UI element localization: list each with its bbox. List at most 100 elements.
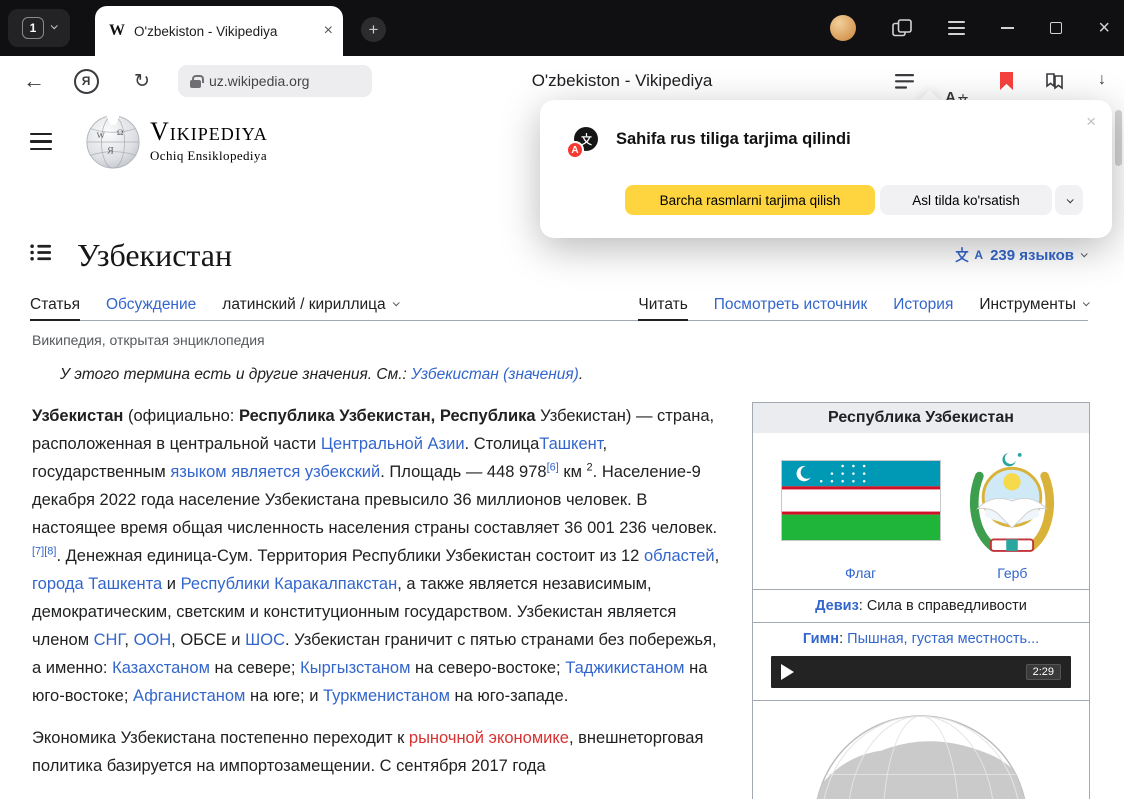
download-icon[interactable]: ↓ [1096, 56, 1108, 106]
tab-tools[interactable]: Инструменты [979, 290, 1088, 321]
tab-bar: 1 W O'zbekiston - Vikipediya × + × [0, 0, 1124, 56]
tab-history[interactable]: История [893, 290, 953, 321]
inline-link[interactable]: Центральной Азии [321, 435, 465, 453]
text-segment: на юго-западе. [450, 687, 568, 705]
tab-article[interactable]: Статья [30, 290, 80, 321]
inline-link[interactable]: СНГ [94, 631, 125, 649]
main-menu-icon[interactable] [30, 133, 52, 150]
inline-link[interactable]: Афганистаном [133, 687, 245, 705]
tab-view-source[interactable]: Посмотреть источник [714, 290, 867, 321]
svg-text:Я: Я [107, 146, 114, 157]
bookmark-icon[interactable] [1000, 56, 1013, 106]
chrome-controls: × [830, 0, 1110, 56]
play-button[interactable] [781, 664, 794, 680]
coat-of-arms-image[interactable] [964, 447, 1060, 558]
wordmark-subtitle: Ochiq Ensiklopediya [150, 148, 268, 164]
inline-link[interactable]: [6] [547, 462, 559, 474]
text-segment: на севере; [210, 659, 300, 677]
popup-close-icon[interactable]: × [1086, 112, 1096, 132]
tab-counter-button[interactable]: 1 [8, 9, 70, 47]
article-content: У этого термина есть и другие значения. … [32, 358, 1090, 799]
tab-count: 1 [22, 17, 44, 39]
tab-talk[interactable]: Обсуждение [106, 290, 196, 321]
popup-title: Sahifa rus tiliga tarjima qilindi [616, 130, 851, 149]
article-tabs: Статья Обсуждение латинский / кириллица … [30, 290, 1088, 321]
translate-badge-icon: A [566, 127, 598, 159]
collections-icon[interactable] [1044, 56, 1065, 106]
window-close-button[interactable]: × [1098, 19, 1110, 37]
text-segment: на юге; и [245, 687, 323, 705]
chevron-down-icon [51, 22, 58, 29]
browser-toolbar: ← Я ↻ uz.wikipedia.org O'zbekiston - Vik… [0, 56, 1124, 106]
address-bar[interactable]: uz.wikipedia.org [178, 65, 372, 97]
inline-link[interactable]: Гимн [803, 631, 839, 647]
inline-link[interactable]: Туркменистаном [323, 687, 450, 705]
inline-link[interactable]: Республики Каракалпакстан [181, 575, 398, 593]
audio-player[interactable]: 2:29 [771, 656, 1071, 688]
inline-link[interactable]: рыночной экономике [409, 729, 569, 747]
inline-link[interactable]: Девиз [815, 598, 859, 614]
translate-images-button[interactable]: Barcha rasmlarni tarjima qilish [625, 185, 875, 215]
inline-link[interactable]: Пышная, густая местность... [847, 631, 1039, 647]
inline-link[interactable]: города Ташкента [32, 575, 162, 593]
back-button[interactable]: ← [18, 56, 50, 106]
window-maximize-button[interactable] [1050, 22, 1062, 34]
contents-icon[interactable] [30, 243, 51, 267]
inline-link[interactable]: областей [644, 547, 715, 565]
wikipedia-wordmark[interactable]: Vikipediya Ochiq Ensiklopediya [150, 119, 268, 164]
svg-text:W: W [97, 130, 106, 140]
motto-row: Девиз: Сила в справедливости [753, 589, 1089, 622]
text-segment: на северо-востоке; [410, 659, 565, 677]
tab-close-icon[interactable]: × [324, 23, 333, 39]
lock-icon [190, 80, 201, 88]
show-original-button[interactable]: Asl tilda ko'rsatish [880, 185, 1052, 215]
popup-options-button[interactable] [1055, 185, 1083, 215]
inline-link[interactable]: языком является узбекский [170, 463, 380, 481]
wordmark-title: Vikipediya [150, 119, 268, 145]
reader-mode-icon[interactable] [895, 56, 914, 106]
flag-image[interactable] [782, 461, 940, 543]
anthem-row: Гимн: Пышная, густая местность... 2:29 [753, 622, 1089, 700]
yandex-button[interactable]: Я [70, 56, 102, 106]
new-tab-button[interactable]: + [361, 17, 386, 42]
flag-caption-link[interactable]: Флаг [845, 565, 876, 581]
text-segment: (официально: [123, 407, 239, 425]
scrollbar-thumb[interactable] [1115, 110, 1122, 166]
variant-selector[interactable]: латинский / кириллица [222, 290, 397, 321]
inline-link[interactable]: Казахстаном [112, 659, 210, 677]
inline-link[interactable]: ШОС [245, 631, 285, 649]
site-tagline: Википедия, открытая энциклопедия [32, 332, 265, 348]
text-segment: Узбекистан [32, 407, 123, 425]
text-segment: . Столица [465, 435, 540, 453]
inline-link[interactable]: ООН [134, 631, 172, 649]
chevron-down-icon [392, 299, 399, 306]
translate-icon[interactable]: A [945, 56, 969, 106]
browser-menu-icon[interactable] [948, 21, 965, 35]
inline-link[interactable]: [8] [44, 546, 56, 558]
article-title-row: Узбекистан A 239 языков [30, 232, 1086, 278]
inline-link[interactable]: Узбекистан (значения) [411, 366, 579, 383]
anthem-text: Гимн: Пышная, густая местность... [759, 631, 1083, 647]
text-segment: Экономика Узбекистана постепенно переход… [32, 729, 409, 747]
wikipedia-logo[interactable]: W Ω Я [84, 112, 142, 175]
profile-avatar[interactable] [830, 15, 856, 41]
tab-read[interactable]: Читать [638, 290, 687, 321]
reload-button[interactable]: ↻ [126, 56, 158, 106]
inline-link[interactable]: Таджикистаном [565, 659, 684, 677]
tab-title: O'zbekiston - Vikipediya [134, 24, 315, 39]
inline-link[interactable]: Кыргызстаном [300, 659, 410, 677]
audio-duration: 2:29 [1026, 664, 1061, 680]
text-segment: , [715, 547, 720, 565]
inline-link[interactable]: Ташкент [539, 435, 602, 453]
chevron-down-icon [1081, 250, 1088, 257]
article-heading: Узбекистан [77, 237, 232, 274]
text-segment: : [839, 631, 847, 647]
browser-window: 1 W O'zbekiston - Vikipediya × + × ← Я ↻… [0, 0, 1124, 799]
inline-link[interactable]: [7] [32, 546, 44, 558]
window-minimize-button[interactable] [1001, 27, 1014, 29]
browser-tab[interactable]: W O'zbekiston - Vikipediya × [95, 6, 343, 56]
panels-icon[interactable] [892, 19, 912, 37]
languages-button[interactable]: A 239 языков [954, 247, 1086, 264]
translate-popup: A Sahifa rus tiliga tarjima qilindi × Ba… [540, 100, 1112, 238]
coat-caption-link[interactable]: Герб [997, 565, 1027, 581]
